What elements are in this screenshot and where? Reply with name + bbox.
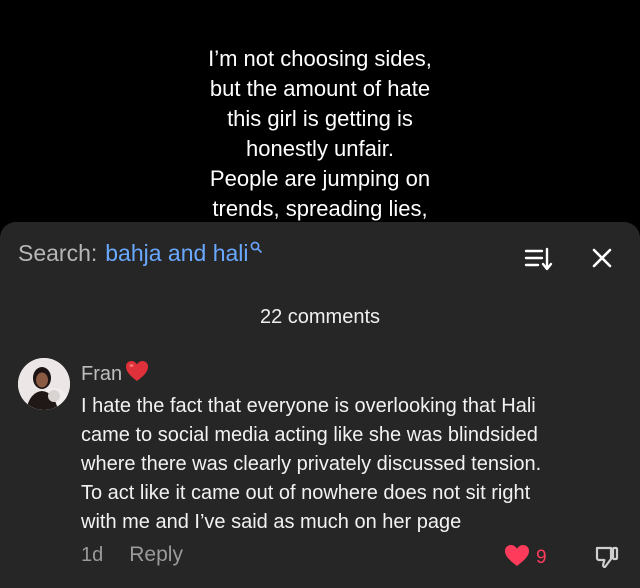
comment-item: Fran I hate the fact that everyone is ov…	[18, 358, 628, 588]
caption-line: trends, spreading lies,	[212, 196, 428, 221]
caption-line: I’m not choosing sides,	[208, 46, 432, 71]
comment-line: with me and I’ve said as much on her pag…	[81, 511, 462, 533]
close-icon[interactable]	[588, 244, 616, 272]
dislike-icon[interactable]	[594, 544, 620, 570]
comment-author[interactable]: Fran	[81, 360, 149, 388]
avatar[interactable]	[18, 358, 70, 410]
sort-icon[interactable]	[523, 244, 553, 274]
comment-line: where there was clearly privately discus…	[81, 453, 542, 475]
comment-line: came to social media acting like she was…	[81, 424, 538, 446]
caption-line: honestly unfair.	[246, 136, 394, 161]
comment-line: To act like it came out of nowhere does …	[81, 482, 531, 504]
heart-emoji-icon	[125, 360, 149, 388]
search-icon	[250, 232, 262, 259]
author-name[interactable]: Fran	[81, 363, 122, 386]
comment-text: I hate the fact that everyone is overloo…	[81, 392, 631, 537]
comment-time: 1d	[81, 543, 104, 566]
video-caption: I’m not choosing sides, but the amount o…	[0, 0, 640, 224]
caption-line: but the amount of hate	[209, 76, 431, 101]
comments-count: 22 comments	[259, 306, 381, 328]
like-button[interactable]: 9	[504, 544, 547, 572]
search-link[interactable]: Search: bahja and hali	[18, 240, 262, 274]
caption-line: People are jumping on	[209, 166, 431, 191]
heart-icon[interactable]	[504, 544, 530, 572]
caption-line: this girl is getting is	[227, 106, 413, 131]
like-count: 9	[536, 547, 547, 568]
comment-line: I hate the fact that everyone is overloo…	[81, 395, 536, 417]
search-term[interactable]: bahja and hali	[105, 240, 248, 267]
reply-button[interactable]: Reply	[129, 543, 183, 567]
search-prefix: Search:	[18, 240, 98, 266]
comments-sheet: Search: bahja and hali 22 comments Fran …	[0, 222, 640, 588]
comment-meta: 1d Reply	[81, 543, 183, 567]
